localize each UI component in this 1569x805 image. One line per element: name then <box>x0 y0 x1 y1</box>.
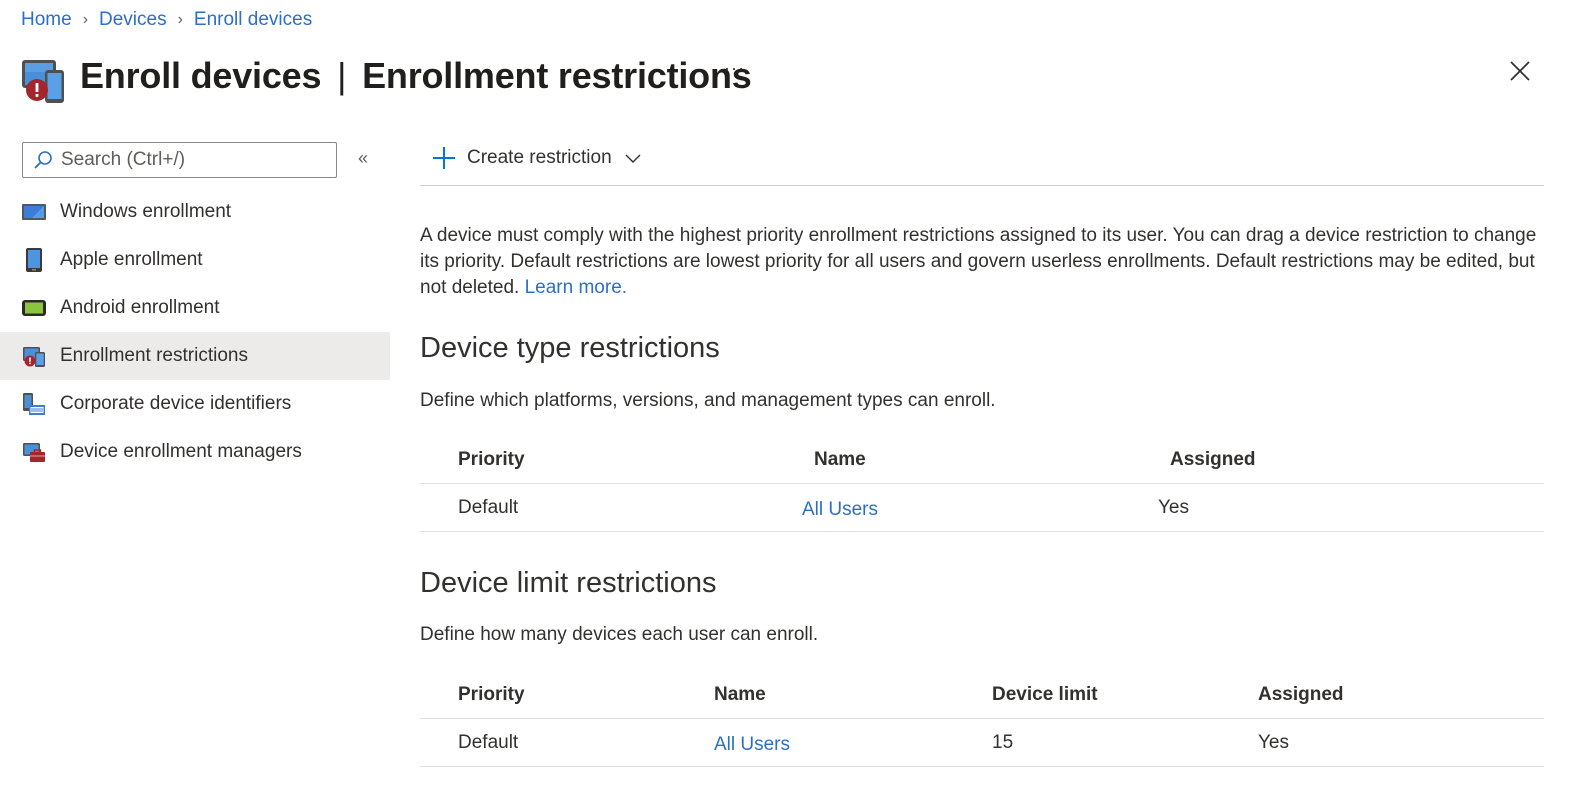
device-type-table: Priority Name Assigned Default All Users… <box>420 437 1544 532</box>
enrollment-restrictions-icon <box>21 48 65 104</box>
breadcrumb-devices[interactable]: Devices <box>99 9 167 31</box>
device-identifiers-icon <box>22 392 46 416</box>
breadcrumb-enroll-devices[interactable]: Enroll devices <box>194 9 312 31</box>
table-row[interactable]: Default All Users Yes <box>420 484 1544 532</box>
sidebar-item-windows-enrollment[interactable]: Windows enrollment <box>0 188 390 236</box>
priority-cell: Default <box>458 731 519 753</box>
device-limit-title: Device limit restrictions <box>420 567 717 599</box>
sidebar-item-label: Enrollment restrictions <box>60 345 248 366</box>
assigned-cell: Yes <box>1158 496 1189 518</box>
chevron-right-icon: › <box>177 11 183 28</box>
page-title-main: Enroll devices <box>80 55 322 96</box>
breadcrumb: Home › Devices › Enroll devices <box>21 9 312 31</box>
device-limit-table: Priority Name Device limit Assigned Defa… <box>420 672 1544 767</box>
description: A device must comply with the highest pr… <box>420 223 1544 301</box>
search-icon <box>34 151 52 169</box>
column-header-assigned[interactable]: Assigned <box>1220 684 1486 706</box>
restrictions-icon <box>22 344 46 368</box>
page-header: Enroll devices | Enrollment restrictions <box>21 48 752 104</box>
column-header-priority[interactable]: Priority <box>420 684 676 706</box>
chevron-right-icon: › <box>82 11 89 28</box>
page-title: Enroll devices | Enrollment restrictions <box>80 55 752 97</box>
sidebar-item-label: Android enrollment <box>60 297 220 318</box>
sidebar-item-label: Device enrollment managers <box>60 441 302 462</box>
breadcrumb-home[interactable]: Home <box>21 9 72 31</box>
create-restriction-button[interactable]: Create restriction <box>432 146 642 170</box>
windows-device-icon <box>22 200 46 224</box>
chevron-down-icon <box>625 154 641 163</box>
sidebar-item-android-enrollment[interactable]: Android enrollment <box>0 284 390 332</box>
enrollment-managers-icon <box>22 440 46 464</box>
sidebar-item-corporate-device-identifiers[interactable]: Corporate device identifiers <box>0 380 390 428</box>
title-separator: | <box>337 55 347 96</box>
device-type-subtitle: Define which platforms, versions, and ma… <box>420 390 996 411</box>
sidebar-item-enrollment-restrictions[interactable]: Enrollment restrictions <box>0 332 390 380</box>
sidebar-item-label: Windows enrollment <box>60 201 232 222</box>
sidebar-item-label: Apple enrollment <box>60 249 203 270</box>
sidebar-nav: Windows enrollment Apple enrollment Andr… <box>0 188 390 476</box>
column-header-assigned[interactable]: Assigned <box>1132 449 1488 471</box>
create-restriction-label: Create restriction <box>467 146 612 168</box>
close-button[interactable] <box>1508 59 1532 83</box>
main-content: Create restriction A device must comply … <box>420 130 1544 767</box>
all-users-link[interactable]: All Users <box>714 734 790 755</box>
column-header-name[interactable]: Name <box>776 449 1132 471</box>
sidebar-item-label: Corporate device identifiers <box>60 393 292 414</box>
close-icon <box>1510 61 1530 81</box>
table-header: Priority Name Assigned <box>420 437 1544 484</box>
column-header-name[interactable]: Name <box>676 684 954 706</box>
sidebar-item-apple-enrollment[interactable]: Apple enrollment <box>0 236 390 284</box>
search-box[interactable] <box>22 142 337 178</box>
apple-device-icon <box>22 248 46 272</box>
column-header-device-limit[interactable]: Device limit <box>954 684 1220 706</box>
column-header-priority[interactable]: Priority <box>420 449 776 471</box>
device-limit-subtitle: Define how many devices each user can en… <box>420 624 819 645</box>
page-title-sub: Enrollment restrictions <box>362 55 752 96</box>
sidebar-item-device-enrollment-managers[interactable]: Device enrollment managers <box>0 428 390 476</box>
plus-icon <box>433 146 455 169</box>
name-cell: All Users <box>676 730 954 756</box>
assigned-cell: Yes <box>1258 731 1289 753</box>
priority-cell: Default <box>458 496 519 518</box>
command-bar: Create restriction <box>420 130 1544 186</box>
more-options-button[interactable]: ··· <box>724 58 745 79</box>
device-limit-cell: 15 <box>992 731 1014 753</box>
name-cell: All Users <box>764 495 1120 521</box>
device-type-title: Device type restrictions <box>420 332 720 364</box>
learn-more-link[interactable]: Learn more. <box>525 277 627 298</box>
android-device-icon <box>22 296 46 320</box>
collapse-sidebar-button[interactable]: « <box>358 148 368 169</box>
search-input[interactable] <box>61 149 321 171</box>
table-row[interactable]: Default All Users 15 Yes <box>420 719 1544 767</box>
all-users-link[interactable]: All Users <box>802 499 878 520</box>
table-header: Priority Name Device limit Assigned <box>420 672 1544 719</box>
